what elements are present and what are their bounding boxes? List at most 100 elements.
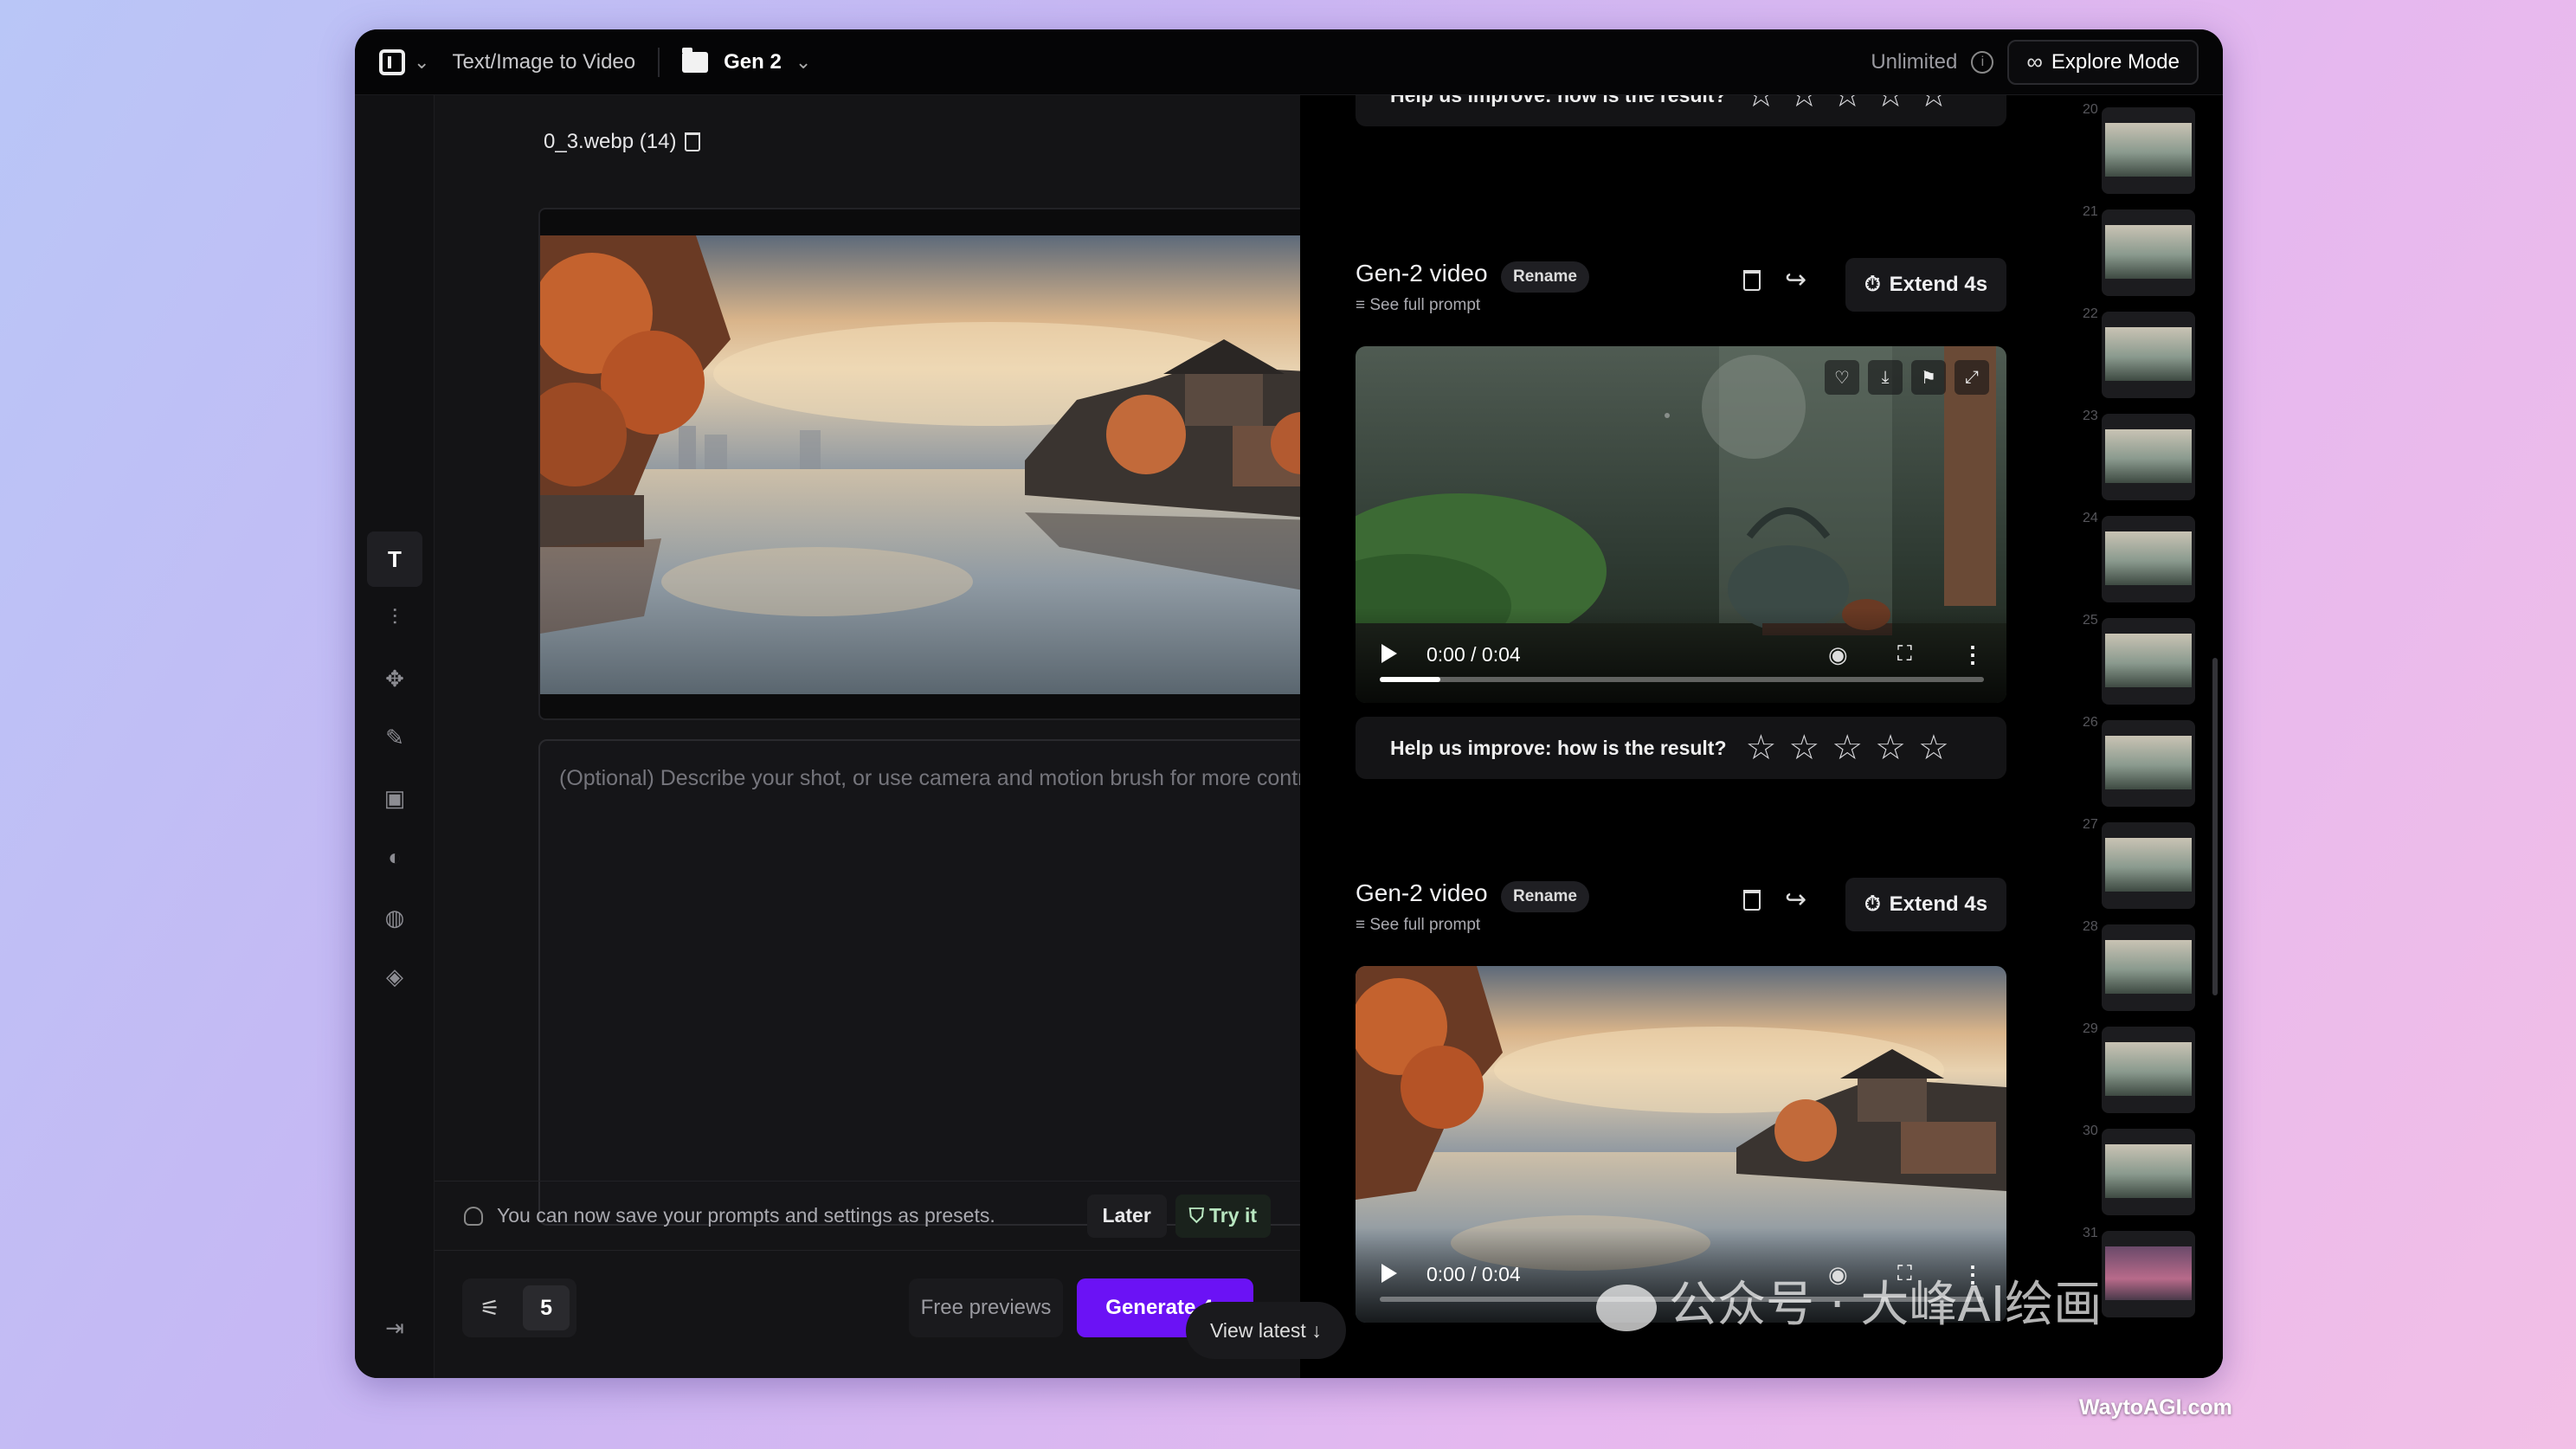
thumbnail-item[interactable] [2102,107,2195,194]
flag-icon[interactable]: ⚑ [1911,360,1946,395]
download-icon[interactable]: ⤓ [1868,360,1903,395]
motion-brush-icon[interactable]: ✎ [367,710,422,765]
top-bar: ⌄ Text/Image to Video Gen 2 ⌄ Unlimited … [355,29,2223,95]
play-icon[interactable] [1381,1264,1397,1283]
star-icon[interactable]: ☆ [1875,95,1906,113]
thumbnail-item[interactable] [2102,618,2195,705]
file-name-label: 0_3.webp (14) [544,130,677,153]
trash-icon[interactable] [685,132,701,151]
extend-label: Extend 4s [1889,273,1988,296]
star-icon[interactable]: ☆ [1788,731,1819,765]
rating-prompt: Help us improve: how is the result? [1390,95,1727,107]
see-full-prompt-label: See full prompt [1369,296,1481,314]
globe-icon[interactable]: ◍ [367,890,422,945]
rename-button[interactable]: Rename [1501,261,1589,293]
extend-button[interactable]: ⏱ Extend 4s [1845,878,2006,931]
generation-settings[interactable]: ⚟ 5 [462,1278,576,1337]
star-icon[interactable]: ☆ [1788,95,1819,113]
expand-icon[interactable]: ⤢ [1955,360,1989,395]
thumbnail-item[interactable] [2102,414,2195,500]
folder-label: Gen 2 [724,49,782,74]
text-tool-icon[interactable]: T [367,531,422,587]
play-icon[interactable] [1381,644,1397,663]
star-icon[interactable]: ☆ [1918,95,1949,113]
explore-mode-button[interactable]: ∞ Explore Mode [2007,39,2199,85]
trash-icon[interactable] [1743,890,1761,911]
thumbnail-item[interactable] [2102,1027,2195,1113]
share-icon[interactable]: ↪ [1785,265,1806,295]
runway-logo-icon [379,48,405,75]
thumbnail-item[interactable] [2102,312,2195,398]
star-icon[interactable]: ☆ [1918,731,1949,765]
mode-title[interactable]: Text/Image to Video [452,50,635,74]
thumbnail-item[interactable] [2102,1231,2195,1317]
count-value[interactable]: 5 [523,1285,570,1330]
favorite-icon[interactable]: ♡ [1825,360,1859,395]
frame-icon[interactable]: ▣ [367,770,422,826]
trash-icon[interactable] [1743,270,1761,291]
try-it-button[interactable]: ⛉ Try it [1175,1194,1271,1238]
star-icon[interactable]: ☆ [1832,731,1863,765]
rename-button[interactable]: Rename [1501,881,1589,912]
later-button[interactable]: Later [1086,1194,1167,1238]
thumbnail-number: 22 [2083,306,2098,321]
camera-motion-icon[interactable]: ✥ [367,651,422,706]
video-player[interactable]: ♡ ⤓ ⚑ ⤢ 0:00 / 0:04 ◉ ⛶ ⋮ [1356,346,2006,703]
thumbnail-item[interactable] [2102,822,2195,909]
chevron-down-icon: ⌄ [795,50,812,73]
video-progress-fill [1380,677,1440,682]
thumbnail-number: 28 [2083,919,2098,934]
settings-sliders-icon[interactable]: ⫶ [367,590,422,646]
share-icon[interactable]: ↪ [1785,885,1806,915]
star-icon[interactable]: ☆ [1746,95,1777,113]
thumbnail-number: 30 [2083,1124,2098,1138]
video-controls: 0:00 / 0:04 ◉ ⛶ ⋮ [1356,608,2006,703]
layers-icon[interactable]: ◈ [367,949,422,1004]
thumbnail-number: 25 [2083,613,2098,628]
thumbnail-image [2105,531,2192,585]
thumbnail-number: 23 [2083,409,2098,423]
thumbnail-number: 20 [2083,102,2098,117]
video-progress-bar[interactable] [1380,677,1984,682]
thumbnail-item[interactable] [2102,209,2195,296]
volume-icon[interactable]: ◉ [1828,641,1848,668]
settings-sliders-icon[interactable]: ⚟ [469,1295,511,1322]
input-image[interactable] [538,208,1350,720]
info-icon[interactable]: i [1971,50,1994,74]
video-title: Gen-2 video [1356,879,1488,906]
folder-selector[interactable]: Gen 2 ⌄ [682,47,812,74]
more-options-icon[interactable]: ⋮ [1961,641,1984,668]
timer-icon: ⏱ [1864,273,1881,296]
thumbnail-image [2105,123,2192,177]
palette-icon[interactable]: ◐ [367,829,422,885]
thumbnail-item[interactable] [2102,516,2195,602]
view-latest-button[interactable]: View latest ↓ [1186,1302,1346,1359]
try-it-label: Try it [1209,1204,1257,1227]
see-full-prompt-link[interactable]: ≡ See full prompt [1356,916,1480,935]
watermark: 公众号 · 大峰AI绘画 [1596,1265,2102,1336]
see-full-prompt-label: See full prompt [1369,916,1481,934]
preset-small-icon: ⛉ [1188,1204,1205,1227]
extend-button[interactable]: ⏱ Extend 4s [1845,258,2006,312]
star-icon[interactable]: ☆ [1832,95,1863,113]
prompt-textarea[interactable]: (Optional) Describe your shot, or use ca… [538,739,1350,1226]
scrollbar[interactable] [2212,658,2218,995]
thumbnail-item[interactable] [2102,720,2195,807]
star-icon[interactable]: ☆ [1875,731,1906,765]
thumbnail-image [2105,429,2192,483]
extend-label: Extend 4s [1889,892,1988,916]
rating-bar: Help us improve: how is the result? ☆ ☆ … [1356,95,2006,126]
folder-icon [682,47,709,73]
thumbnail-item[interactable] [2102,1129,2195,1215]
star-icon[interactable]: ☆ [1746,731,1777,765]
app-menu[interactable]: ⌄ [379,48,429,75]
see-full-prompt-link[interactable]: ≡ See full prompt [1356,296,1480,315]
free-previews-button[interactable]: Free previews [909,1278,1063,1337]
thumbnail-item[interactable] [2102,924,2195,1011]
rating-prompt: Help us improve: how is the result? [1390,736,1727,759]
video-title: Gen-2 video [1356,260,1488,287]
history-thumbnails: 20 21 22 23 24 25 26 27 28 29 30 31 [2077,95,2223,1378]
fullscreen-icon[interactable]: ⛶ [1897,642,1912,667]
thumbnail-image [2105,1042,2192,1096]
collapse-panel-icon[interactable]: ⇥ [367,1300,422,1356]
